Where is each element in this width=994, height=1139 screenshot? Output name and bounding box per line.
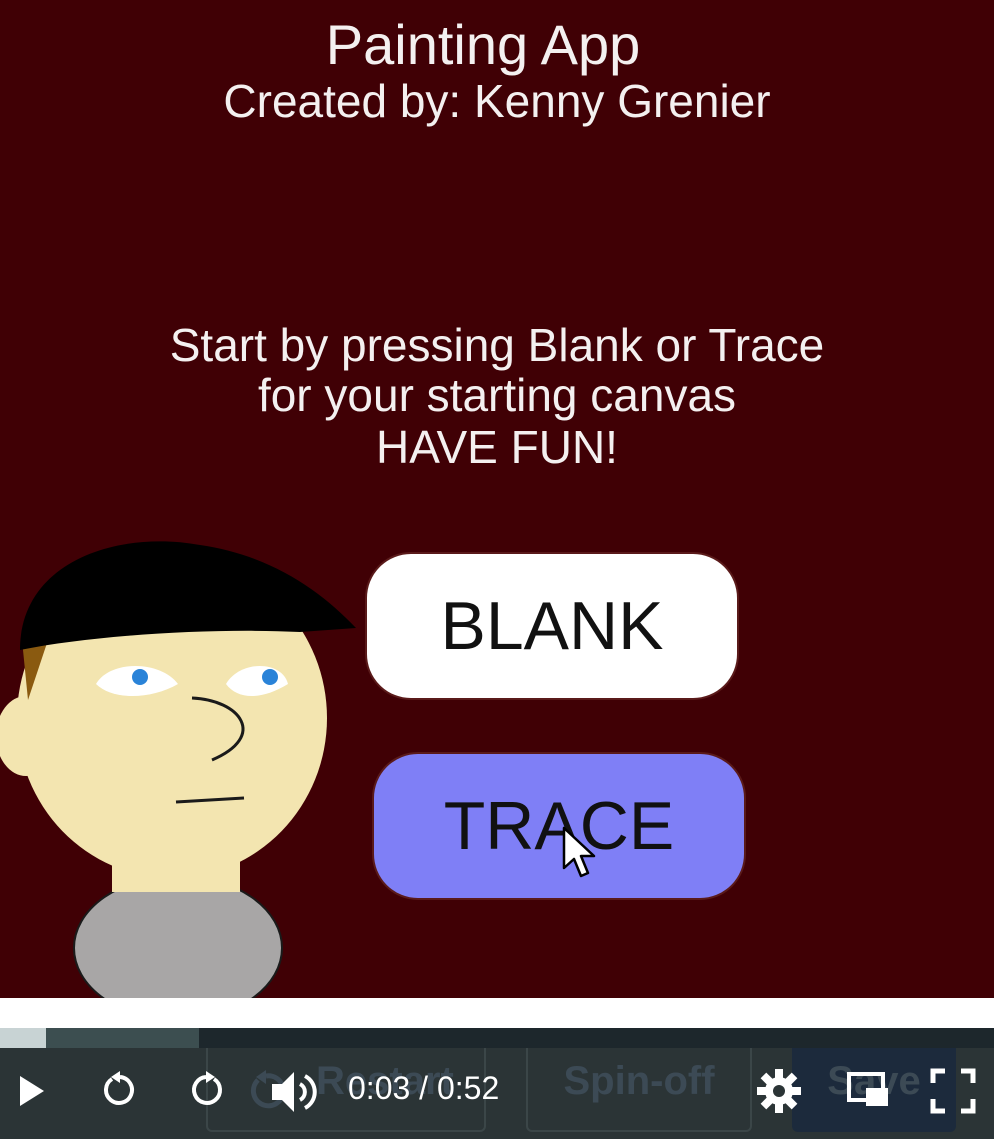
settings-icon[interactable]: [756, 1068, 802, 1114]
forward-icon[interactable]: [186, 1070, 226, 1110]
trace-button[interactable]: TRACE: [372, 752, 746, 900]
time-display: 0:03 / 0:52: [348, 1070, 500, 1106]
fullscreen-icon[interactable]: [930, 1068, 976, 1114]
video-progress-bar[interactable]: [0, 1028, 994, 1048]
blank-button[interactable]: BLANK: [365, 552, 739, 700]
painting-app-canvas: Painting App Created by: Kenny Grenier S…: [0, 0, 994, 998]
instruction-line-3: HAVE FUN!: [376, 421, 618, 473]
cartoon-character: [0, 541, 356, 998]
character-left-pupil: [132, 669, 148, 685]
app-title: Painting App: [325, 13, 641, 76]
instruction-line-2: for your starting canvas: [257, 369, 737, 421]
instruction-line-1: Start by pressing Blank or Trace: [169, 319, 825, 371]
video-controls-bar: Restart Spin-off Save 0:03 / 0:52: [0, 1048, 994, 1139]
picture-in-picture-icon[interactable]: [846, 1070, 890, 1110]
replay-icon[interactable]: [100, 1070, 140, 1110]
play-icon[interactable]: [14, 1072, 48, 1110]
app-author: Created by: Kenny Grenier: [223, 75, 771, 127]
progress-played: [0, 1028, 46, 1048]
volume-icon[interactable]: [270, 1068, 322, 1116]
spin-off-button[interactable]: Spin-off: [526, 1048, 752, 1132]
character-right-pupil: [262, 669, 278, 685]
canvas-bottom-strip: [0, 998, 994, 1028]
mouse-cursor-icon: [562, 826, 596, 878]
character-shirt: [73, 875, 283, 998]
